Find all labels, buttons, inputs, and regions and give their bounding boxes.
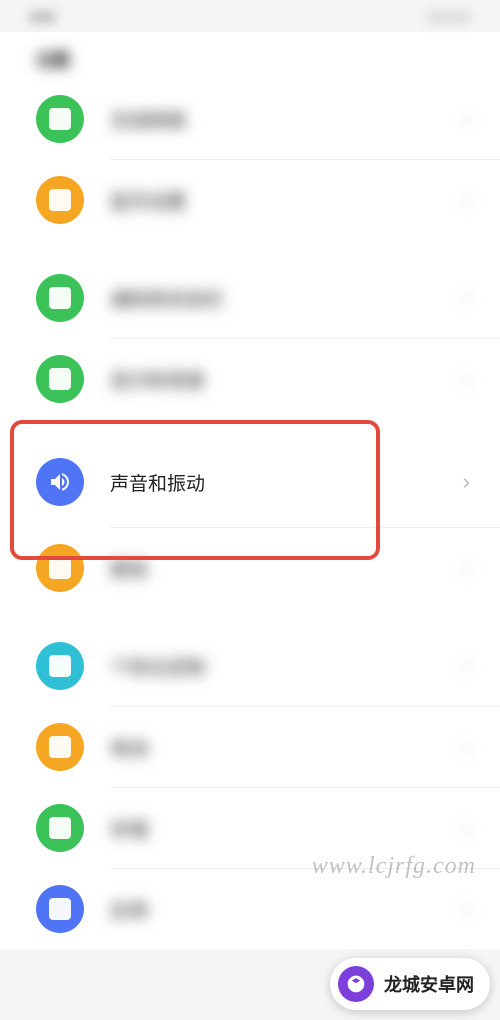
settings-list: 设置 无线网络 › 蓝牙设置 › 通知和状态栏 › 显示和亮度 › <box>0 32 500 949</box>
notifications-icon <box>36 274 84 322</box>
item-label: 蓝牙设置 <box>110 187 463 214</box>
chevron-right-icon: › <box>463 106 470 132</box>
list-item[interactable]: 电池 › <box>0 707 500 787</box>
battery-icon <box>36 723 84 771</box>
chevron-right-icon: › <box>463 815 470 841</box>
wifi-icon <box>36 95 84 143</box>
status-right: ●●●●● <box>428 8 470 28</box>
item-label: 显示和亮度 <box>110 366 463 393</box>
chevron-right-icon: › <box>463 366 470 392</box>
speaker-icon <box>36 458 84 506</box>
chevron-right-icon: › <box>463 555 470 581</box>
chevron-right-icon: › <box>463 896 470 922</box>
chevron-right-icon: › <box>463 653 470 679</box>
item-label: 电池 <box>110 734 463 761</box>
item-label: 个性化定制 <box>110 653 463 680</box>
item-label: 应用 <box>110 896 463 923</box>
display-icon <box>36 355 84 403</box>
apps-icon <box>36 885 84 933</box>
list-item[interactable]: 通知和状态栏 › <box>0 258 500 338</box>
item-label: 声音和振动 <box>110 469 463 496</box>
chevron-right-icon: › <box>463 469 470 495</box>
logo-text: 龙城安卓网 <box>384 971 474 997</box>
sound-vibration-item[interactable]: 声音和振动 › <box>0 437 500 527</box>
status-bar: ●●● ●●●●● <box>0 0 500 32</box>
list-item[interactable]: 壁纸 › <box>0 528 500 608</box>
list-item[interactable]: 蓝牙设置 › <box>0 160 500 240</box>
storage-icon <box>36 804 84 852</box>
item-label: 无线网络 <box>110 106 463 133</box>
section-header: 设置 <box>0 32 500 79</box>
site-logo-badge: 龙城安卓网 <box>330 958 490 1010</box>
section-2: 通知和状态栏 › 显示和亮度 › <box>0 258 500 419</box>
section-4: 个性化定制 › 电池 › 存储 › 应用 › <box>0 626 500 949</box>
list-item[interactable]: 应用 › <box>0 869 500 949</box>
bluetooth-icon <box>36 176 84 224</box>
section-3: 声音和振动 › 壁纸 › <box>0 437 500 608</box>
watermark-text: www.lcjrfg.com <box>312 853 476 880</box>
chevron-right-icon: › <box>463 187 470 213</box>
list-item[interactable]: 显示和亮度 › <box>0 339 500 419</box>
list-item[interactable]: 无线网络 › <box>0 79 500 159</box>
wallpaper-icon <box>36 544 84 592</box>
theme-icon <box>36 642 84 690</box>
chevron-right-icon: › <box>463 285 470 311</box>
item-label: 存储 <box>110 815 463 842</box>
section-1: 设置 无线网络 › 蓝牙设置 › <box>0 32 500 240</box>
list-item[interactable]: 个性化定制 › <box>0 626 500 706</box>
item-label: 壁纸 <box>110 555 463 582</box>
status-left: ●●● <box>30 8 55 28</box>
item-label: 通知和状态栏 <box>110 285 463 312</box>
logo-icon <box>338 966 374 1002</box>
chevron-right-icon: › <box>463 734 470 760</box>
